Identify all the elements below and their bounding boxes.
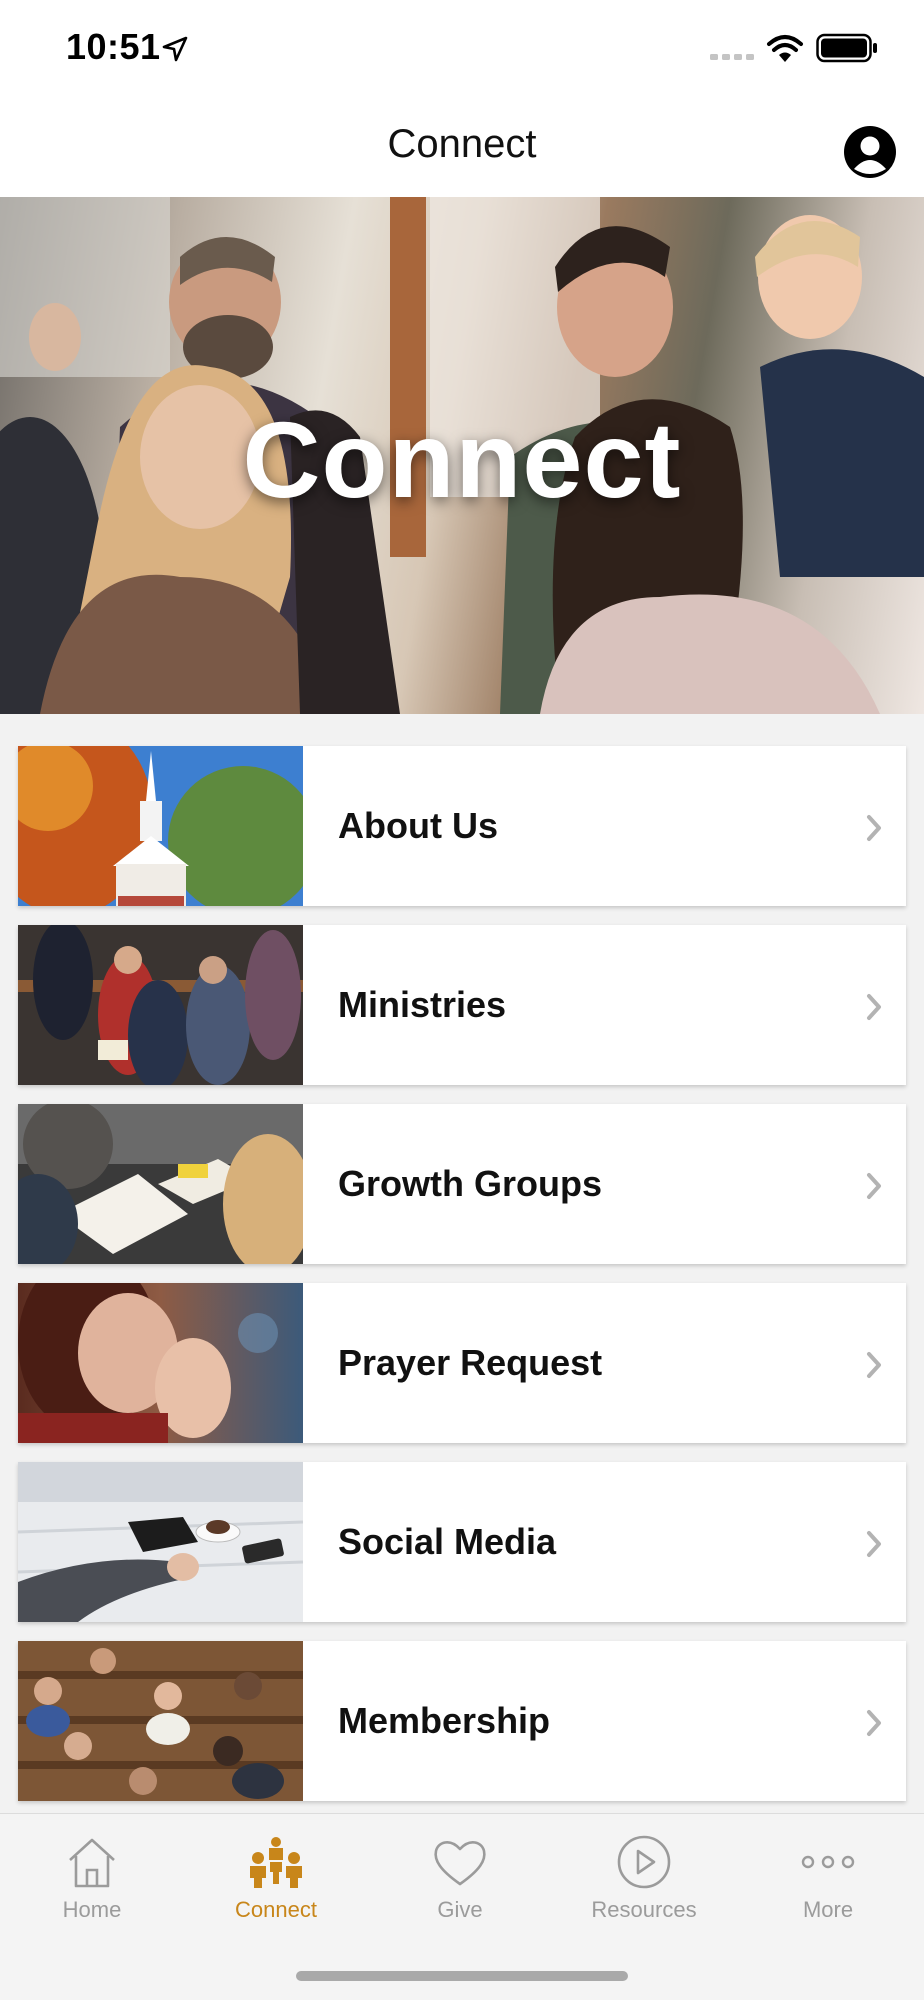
tab-home[interactable]: Home (0, 1814, 184, 1934)
tab-label: Connect (235, 1897, 317, 1922)
home-indicator[interactable] (296, 1971, 628, 1981)
location-arrow-icon (162, 36, 188, 62)
battery-icon (816, 33, 877, 63)
nav-bar: Connect (0, 100, 924, 197)
heart-icon (434, 1841, 486, 1886)
menu-item-growth-groups[interactable]: Growth Groups (18, 1104, 906, 1264)
tab-more[interactable]: More (736, 1814, 920, 1934)
chevron-right-icon (867, 994, 881, 1020)
ministries-thumbnail (18, 925, 303, 1085)
chevron-right-icon (867, 1173, 881, 1199)
tab-label: More (802, 1897, 854, 1922)
tab-connect[interactable]: Connect (184, 1814, 368, 1934)
tab-give[interactable]: Give (368, 1814, 552, 1934)
status-bar: 10:51 (0, 0, 924, 100)
signal-icon (710, 54, 754, 60)
about-us-thumbnail (18, 746, 303, 906)
menu-item-label: About Us (338, 805, 498, 846)
tab-label: Home (62, 1897, 122, 1922)
menu-item-about-us[interactable]: About Us (18, 746, 906, 906)
tab-resources[interactable]: Resources (552, 1814, 736, 1934)
status-time: 10:51 (66, 26, 161, 67)
hero-title: Connect (242, 399, 682, 520)
menu-item-label: Prayer Request (338, 1342, 603, 1383)
menu-item-label: Ministries (338, 984, 507, 1025)
chevron-right-icon (867, 1531, 881, 1557)
prayer-request-thumbnail (18, 1283, 303, 1443)
page-title: Connect (387, 122, 537, 166)
people-icon (250, 1837, 302, 1888)
connect-menu-list: About Us Ministries Growth Groups Prayer… (18, 746, 906, 1820)
menu-item-ministries[interactable]: Ministries (18, 925, 906, 1085)
chevron-right-icon (867, 1710, 881, 1736)
chevron-right-icon (867, 1352, 881, 1378)
wifi-icon (767, 35, 803, 62)
menu-item-membership[interactable]: Membership (18, 1641, 906, 1801)
menu-item-label: Membership (338, 1700, 551, 1741)
home-icon (69, 1838, 115, 1888)
menu-item-label: Social Media (338, 1521, 557, 1562)
menu-item-prayer-request[interactable]: Prayer Request (18, 1283, 906, 1443)
hero-banner: Connect (0, 197, 924, 714)
more-icon (801, 1855, 855, 1869)
play-icon (617, 1835, 671, 1889)
tab-label: Resources (591, 1897, 697, 1922)
menu-item-label: Growth Groups (338, 1163, 602, 1204)
profile-icon[interactable] (843, 125, 897, 179)
tab-label: Give (437, 1897, 483, 1922)
growth-groups-thumbnail (18, 1104, 303, 1264)
menu-item-social-media[interactable]: Social Media (18, 1462, 906, 1622)
social-media-thumbnail (18, 1462, 303, 1622)
membership-thumbnail (18, 1641, 303, 1801)
chevron-right-icon (867, 815, 881, 841)
